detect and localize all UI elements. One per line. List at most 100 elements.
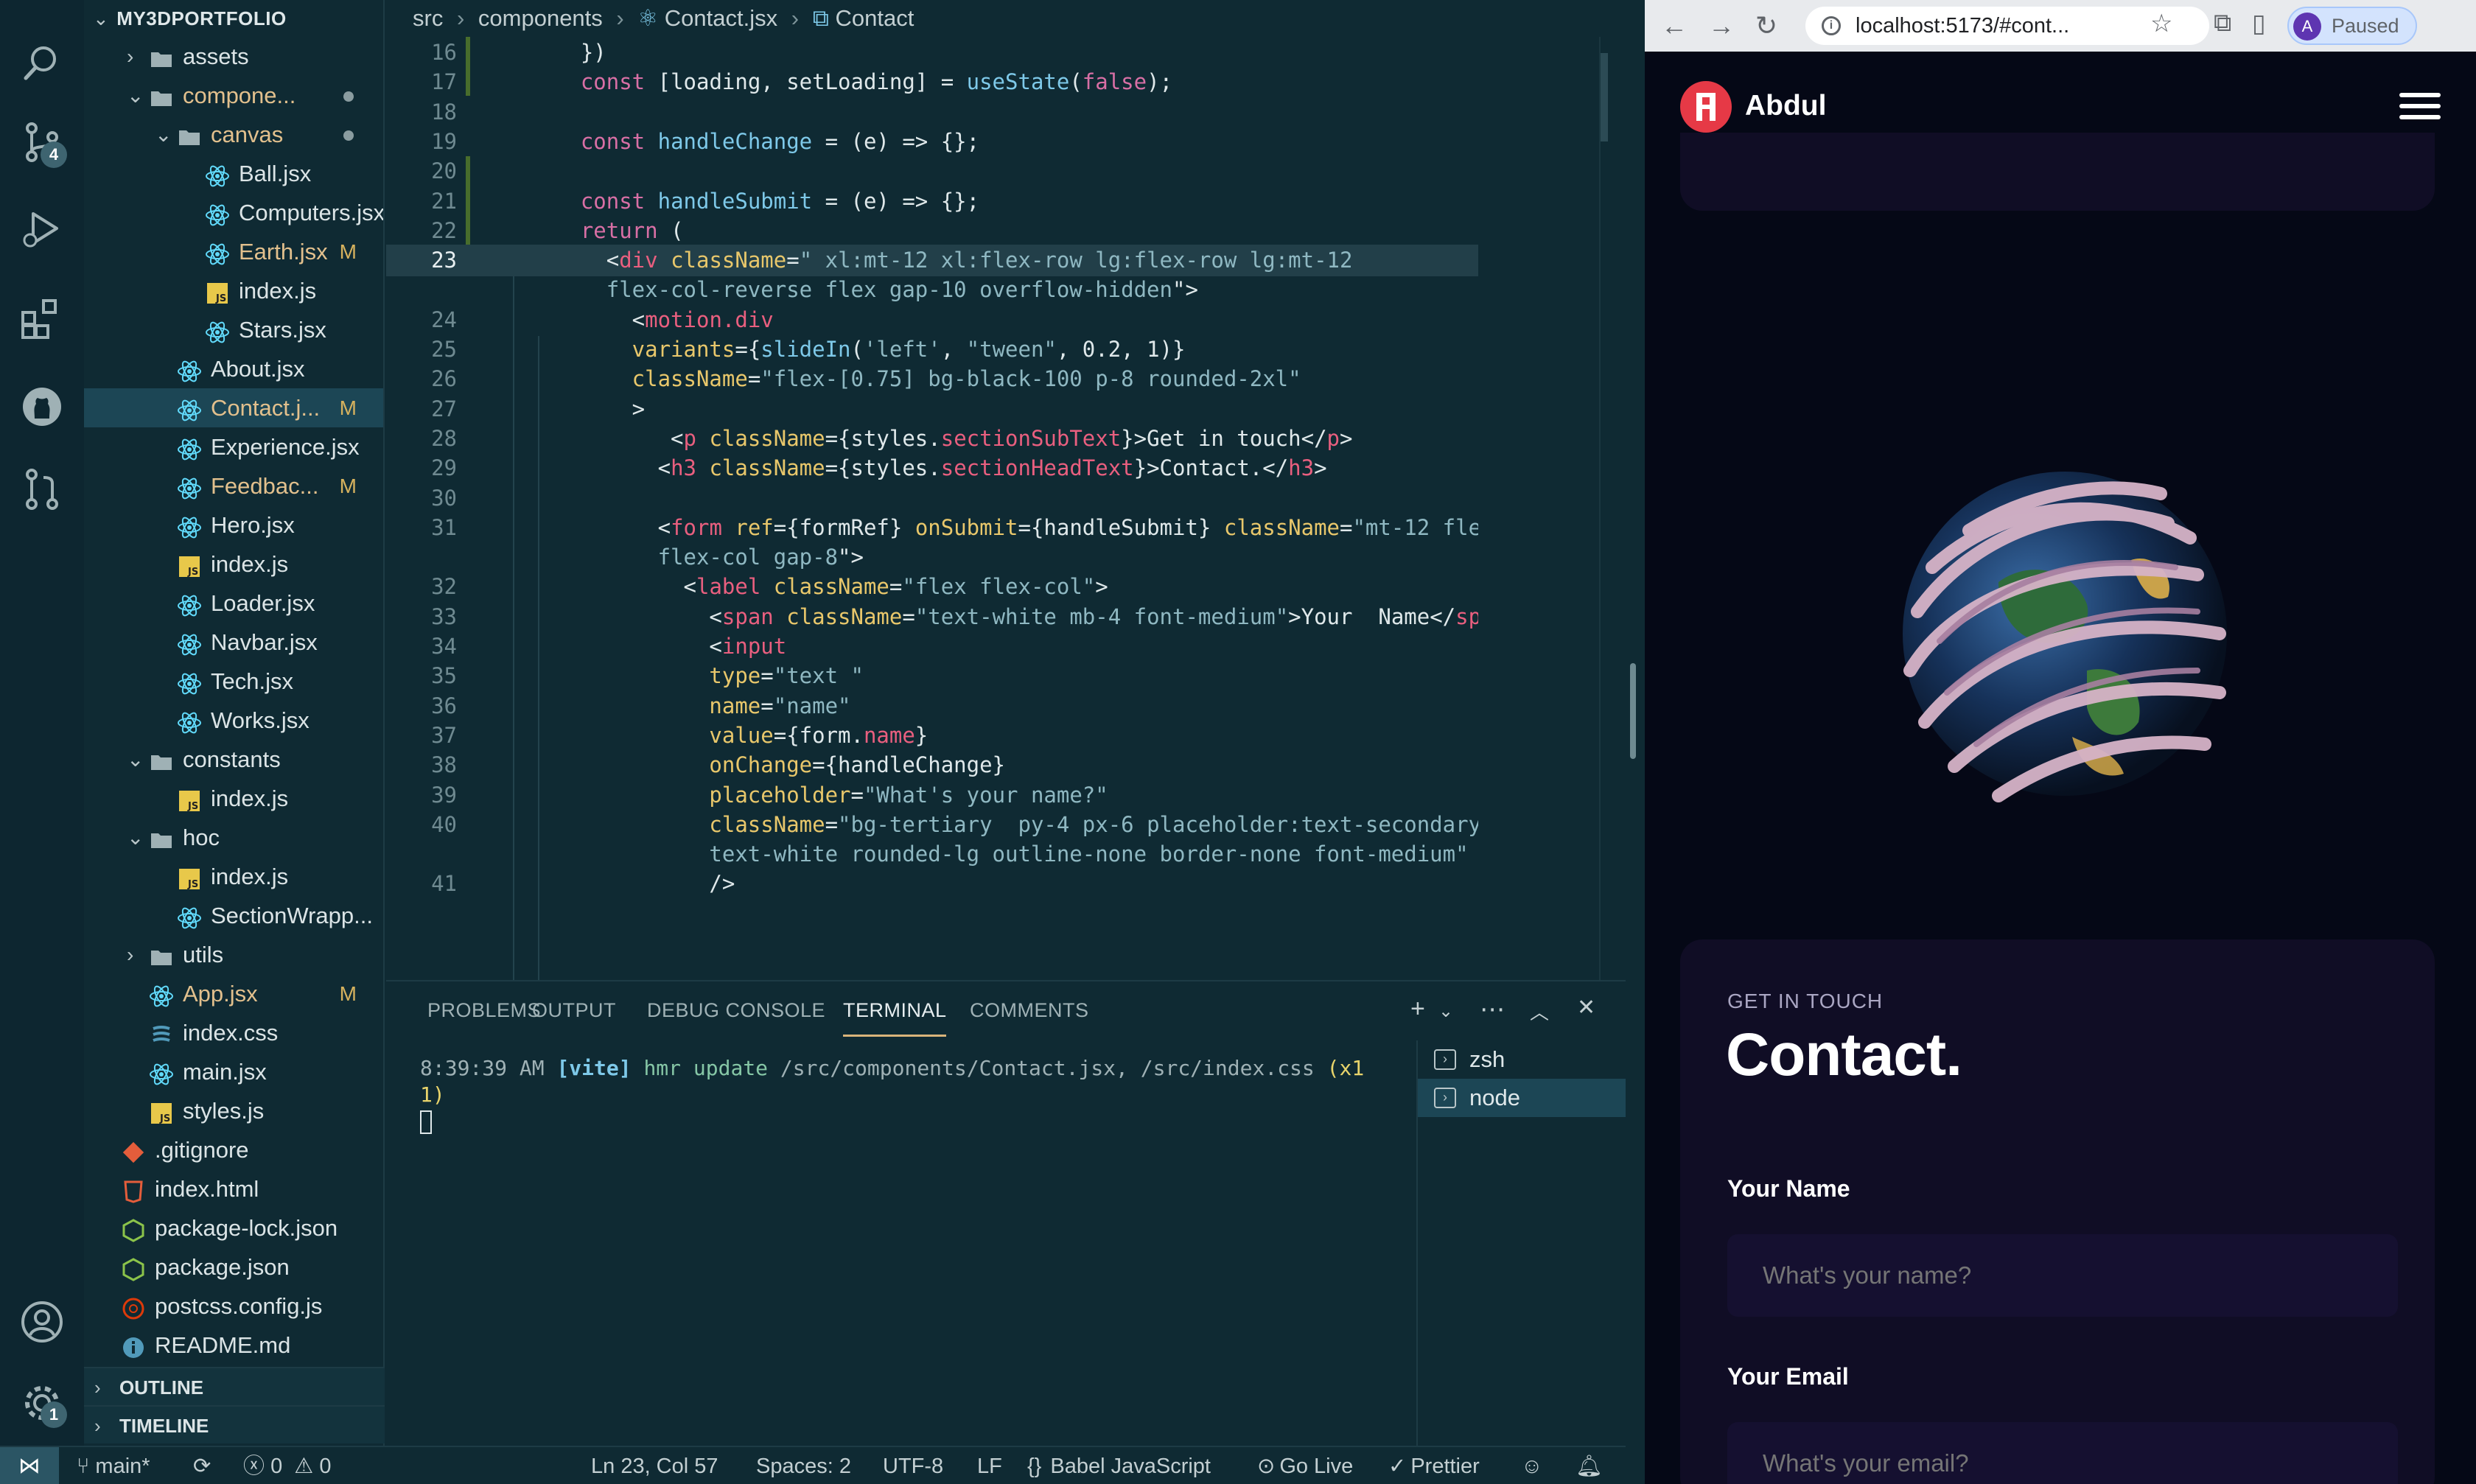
tab-output[interactable]: OUTPUT [532, 999, 616, 1022]
minimap[interactable] [1477, 74, 1478, 339]
remote-icon[interactable]: ⋈ [0, 1447, 59, 1484]
gear-icon[interactable]: 1 [17, 1378, 67, 1428]
branch-status[interactable]: ⑂ main* [77, 1447, 150, 1484]
prettier-status[interactable]: ✓ Prettier [1388, 1447, 1480, 1484]
project-header[interactable]: ⌄ MY3DPORTFOLIO [84, 0, 383, 37]
tree-item[interactable]: › utils [84, 935, 383, 974]
indentation[interactable]: Spaces: 2 [756, 1447, 851, 1484]
tree-item[interactable]: ⌄ canvas [84, 115, 383, 154]
site-logo[interactable] [1680, 81, 1732, 133]
feedback-icon[interactable]: ☺ [1521, 1447, 1543, 1484]
tree-item[interactable]: Feedbac... M [84, 466, 383, 505]
pull-requests-icon[interactable] [17, 464, 67, 514]
extensions-puzzle-icon[interactable]: ⧉ [2214, 9, 2231, 38]
tree-item[interactable]: .gitignore [84, 1130, 383, 1169]
tree-item[interactable]: JS index.js [84, 545, 383, 584]
encoding[interactable]: UTF-8 [883, 1447, 943, 1484]
tree-item[interactable]: postcss.config.js [84, 1287, 383, 1326]
tree-item[interactable]: ⌄ constants [84, 740, 383, 779]
tree-item[interactable]: About.jsx [84, 349, 383, 388]
tree-item[interactable]: JS index.js [84, 779, 383, 818]
tree-item[interactable]: Hero.jsx [84, 505, 383, 545]
tab-problems[interactable]: PROBLEMS [427, 999, 541, 1022]
tab-terminal[interactable]: TERMINAL [843, 999, 947, 1022]
tree-item[interactable]: Works.jsx [84, 701, 383, 740]
tree-item[interactable]: package-lock.json [84, 1208, 383, 1247]
tab-debug-console[interactable]: DEBUG CONSOLE [647, 999, 825, 1022]
tree-item[interactable]: README.md [84, 1326, 383, 1365]
problems-status[interactable]: ⓧ 0 ⚠ 0 [243, 1447, 331, 1484]
tree-item[interactable]: Stars.jsx [84, 310, 383, 349]
tree-item[interactable]: Experience.jsx [84, 427, 383, 466]
tree-item[interactable]: package.json [84, 1247, 383, 1287]
tree-item[interactable]: ⌄ hoc [84, 818, 383, 857]
breadcrumb-symbol[interactable]: Contact [835, 5, 914, 31]
source-control-icon[interactable]: 4 [17, 118, 67, 168]
tree-item[interactable]: JS index.js [84, 857, 383, 896]
go-live-button[interactable]: ⊙ Go Live [1257, 1447, 1353, 1484]
tree-item[interactable]: Ball.jsx [84, 154, 383, 193]
extensions-icon[interactable] [17, 293, 67, 343]
tree-item[interactable]: Contact.j... M [84, 388, 383, 427]
close-panel-icon[interactable]: ✕ [1577, 995, 1595, 1021]
menu-icon[interactable] [2399, 93, 2441, 126]
code-line: 30 [386, 483, 1478, 514]
language-mode[interactable]: {} Babel JavaScript [1027, 1447, 1211, 1484]
side-panel-icon[interactable]: ▯ [2252, 9, 2266, 38]
tab-comments[interactable]: COMMENTS [970, 999, 1089, 1022]
outline-section[interactable]: › OUTLINE [84, 1367, 385, 1405]
add-terminal-icon[interactable]: + [1410, 995, 1425, 1023]
breadcrumb-components[interactable]: components [478, 5, 603, 31]
tree-item[interactable]: main.jsx [84, 1052, 383, 1091]
code-token: ={form. [773, 722, 864, 748]
resize-handle[interactable] [1630, 663, 1636, 759]
tree-item[interactable]: SectionWrapp... [84, 896, 383, 935]
bookmark-star-icon[interactable]: ☆ [2150, 9, 2172, 38]
tree-item[interactable]: index.html [84, 1169, 383, 1208]
back-icon[interactable]: ← [1661, 10, 1688, 41]
code-editor[interactable]: 16 }) 17 const [loading, setLoading] = us… [386, 37, 1478, 980]
code-text: placeholder="What's your name?" [529, 780, 1108, 811]
tree-item[interactable]: Loader.jsx [84, 584, 383, 623]
tree-item[interactable]: › assets [84, 37, 383, 76]
tree-item[interactable]: Earth.jsx M [84, 232, 383, 271]
earth-canvas[interactable] [1851, 427, 2279, 840]
cursor-position[interactable]: Ln 23, Col 57 [591, 1447, 718, 1484]
terminal-item-zsh[interactable]: › zsh [1418, 1040, 1626, 1079]
reload-icon[interactable]: ↻ [1755, 10, 1777, 41]
terminal-output[interactable]: 8:39:39 AM [vite] hmr update /src/compon… [420, 1055, 1407, 1135]
tree-item[interactable]: ⌄ compone... [84, 76, 383, 115]
run-debug-icon[interactable] [17, 203, 67, 253]
editor-scrollbar[interactable] [1599, 37, 1608, 980]
react-file-icon [177, 513, 202, 539]
name-input[interactable] [1727, 1234, 2398, 1317]
tree-item[interactable]: JS styles.js [84, 1091, 383, 1130]
account-icon[interactable] [17, 1297, 67, 1347]
address-bar[interactable]: i localhost:5173/#cont... [1805, 7, 2209, 45]
brand-name[interactable]: Abdul [1745, 90, 1826, 122]
scrollbar-thumb[interactable] [1601, 53, 1608, 141]
line-ending[interactable]: LF [977, 1447, 1002, 1484]
maximize-panel-icon[interactable]: ︿ [1530, 998, 1549, 1025]
sync-icon[interactable]: ⟳ [193, 1447, 211, 1484]
tree-item[interactable]: index.css [84, 1013, 383, 1052]
tree-item[interactable]: App.jsx M [84, 974, 383, 1013]
breadcrumb-file[interactable]: Contact.jsx [665, 5, 777, 31]
more-actions-icon[interactable]: ⋯ [1480, 995, 1505, 1024]
timeline-section[interactable]: › TIMELINE [84, 1405, 385, 1443]
profile-button[interactable]: A Paused [2287, 7, 2417, 45]
tree-item[interactable]: Tech.jsx [84, 662, 383, 701]
terminal-item-node[interactable]: › node [1418, 1079, 1626, 1117]
code-text: const handleSubmit = (e) => {}; [529, 186, 979, 217]
email-input[interactable] [1727, 1422, 2398, 1484]
tree-item[interactable]: Navbar.jsx [84, 623, 383, 662]
chevron-down-icon[interactable]: ⌄ [1438, 1001, 1453, 1022]
code-line: 34 <input [386, 631, 1478, 662]
tree-item[interactable]: Computers.jsx [84, 193, 383, 232]
breadcrumb-src[interactable]: src [413, 5, 443, 31]
search-icon[interactable] [17, 38, 67, 88]
forward-icon[interactable]: → [1708, 10, 1735, 41]
bell-icon[interactable]: 🔔︎ [1576, 1447, 1603, 1484]
tree-item[interactable]: JS index.js [84, 271, 383, 310]
github-icon[interactable] [17, 382, 67, 432]
